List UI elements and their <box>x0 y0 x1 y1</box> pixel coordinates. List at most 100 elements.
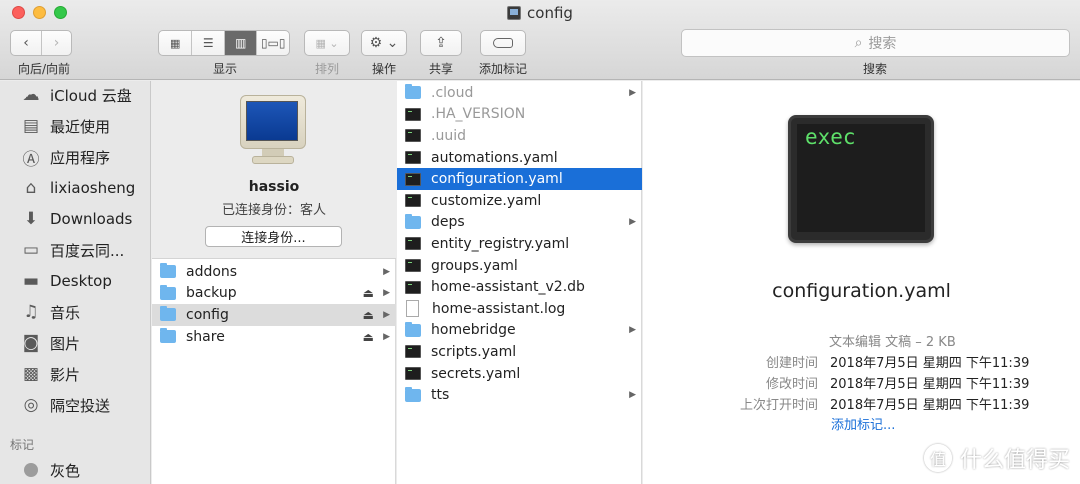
sidebar: ☁ iCloud 云盘 ▤ 最近使用 Ⓐ 应用程序 ⌂ lixiaosheng ⬇ Dow… <box>0 81 151 484</box>
watermark-logo-icon: 值 <box>923 444 952 472</box>
share-name: share <box>186 328 225 345</box>
gallery-view-button[interactable]: ▯▭▯ <box>256 31 289 55</box>
sidebar-item-label: Downloads <box>50 210 133 228</box>
action-button[interactable]: ⚙ ⌄ <box>361 30 407 56</box>
sidebar-item-label: iCloud 云盘 <box>50 86 132 105</box>
sidebar-item-label: 百度云同... <box>50 241 125 260</box>
back-forward-control: ‹ › <box>10 30 72 56</box>
downloads-icon: ⬇ <box>23 209 39 229</box>
sidebar-item-movies[interactable]: ▩ 影片 <box>0 360 150 388</box>
view-label: 显示 <box>212 62 237 76</box>
terminal-file-icon <box>405 259 421 273</box>
share-button[interactable]: ⇪ <box>420 30 462 56</box>
gear-icon: ⚙ ⌄ <box>369 35 399 51</box>
file-row[interactable]: home-assistant.log <box>397 298 642 320</box>
eject-icon[interactable]: ⏏ <box>363 286 374 300</box>
arrange-grid-icon: ▦ ⌄ <box>315 36 339 50</box>
file-row-selected[interactable]: configuration.yaml <box>397 168 642 190</box>
sidebar-item-icloud[interactable]: ☁ iCloud 云盘 <box>0 81 150 109</box>
file-row[interactable]: .HA_VERSION <box>397 104 642 126</box>
file-row[interactable]: deps ▶ <box>397 212 642 234</box>
recents-icon: ▤ <box>22 116 40 136</box>
search-input[interactable]: ⌕ 搜索 <box>681 29 1070 57</box>
sidebar-item-desktop[interactable]: ▬ Desktop <box>0 267 150 295</box>
file-name: home-assistant.log <box>432 300 566 317</box>
forward-button[interactable]: › <box>40 31 71 55</box>
add-tags-link[interactable]: 添加标记... <box>831 414 895 433</box>
column-view-button[interactable]: ▥ <box>223 31 257 55</box>
file-name: scripts.yaml <box>431 343 517 360</box>
server-monitor-icon <box>240 95 306 167</box>
file-row[interactable]: automations.yaml <box>397 147 642 169</box>
cover-flow-icon: ▯▭▯ <box>260 36 286 50</box>
cloud-icon: ☁ <box>22 85 40 105</box>
terminal-file-icon <box>405 367 421 381</box>
terminal-file-icon <box>405 107 421 121</box>
sidebar-item-baiduyun[interactable]: ▭ 百度云同... <box>0 236 150 264</box>
file-row[interactable]: scripts.yaml <box>397 341 642 363</box>
film-icon: ▩ <box>22 364 40 384</box>
server-connection-status: 已连接身份：客人 <box>221 203 326 218</box>
chevron-right-icon: ▶ <box>629 390 636 401</box>
file-row[interactable]: .uuid <box>397 125 642 147</box>
arrange-button[interactable]: ▦ ⌄ <box>304 30 350 56</box>
icon-view-button[interactable]: ▦ <box>159 31 191 55</box>
file-row[interactable]: entity_registry.yaml <box>397 233 642 255</box>
sidebar-item-downloads[interactable]: ⬇ Downloads <box>0 205 150 233</box>
connect-as-button[interactable]: 连接身份... <box>205 226 342 247</box>
terminal-exec-icon: exec <box>788 115 934 243</box>
sidebar-item-airdrop[interactable]: ◎ 隔空投送 <box>0 391 150 419</box>
share-row-share[interactable]: share ⏏ ▶ <box>152 326 396 348</box>
home-icon: ⌂ <box>25 178 37 198</box>
file-row[interactable]: secrets.yaml <box>397 363 642 385</box>
share-name: addons <box>186 263 238 280</box>
share-row-addons[interactable]: addons ▶ <box>152 261 396 283</box>
file-row[interactable]: .cloud ▶ <box>397 82 642 104</box>
meta-modified-key: 修改时间 <box>765 377 818 392</box>
sidebar-item-home[interactable]: ⌂ lixiaosheng <box>0 174 150 202</box>
add-tags-button[interactable] <box>480 30 526 56</box>
share-row-config[interactable]: config ⏏ ▶ <box>152 304 396 326</box>
search-label: 搜索 <box>862 62 887 76</box>
chevron-right-icon: ▶ <box>629 217 636 228</box>
folder-icon <box>405 386 421 402</box>
folder-icon <box>405 84 421 100</box>
server-column: hassio 已连接身份：客人 连接身份... addons ▶ backup … <box>152 81 396 484</box>
camera-icon: ◙ <box>22 333 40 353</box>
terminal-file-icon <box>405 345 421 359</box>
sidebar-item-recents[interactable]: ▤ 最近使用 <box>0 112 150 140</box>
sidebar-item-label: Desktop <box>50 272 112 290</box>
toolbar: config ‹ › 向后/向前 ▦ ☰ ▥ ▯▭▯ 显示 ▦ ⌄ 排列 ⚙ ⌄… <box>0 0 1080 80</box>
server-info-card: hassio 已连接身份：客人 连接身份... <box>152 81 396 259</box>
terminal-file-icon <box>405 237 421 251</box>
file-row[interactable]: tts ▶ <box>397 384 642 406</box>
file-row[interactable]: customize.yaml <box>397 190 642 212</box>
sidebar-item-tag-gray[interactable]: 灰色 <box>0 456 150 484</box>
share-icon: ⇪ <box>435 35 447 51</box>
window-title-text: config <box>527 4 573 22</box>
sidebar-item-music[interactable]: ♫ 音乐 <box>0 298 150 326</box>
share-row-backup[interactable]: backup ⏏ ▶ <box>152 283 396 305</box>
file-row[interactable]: groups.yaml <box>397 255 642 277</box>
config-folder-column: .cloud ▶ .HA_VERSION .uuid automations.ya… <box>397 81 642 484</box>
tag-icon <box>493 38 513 48</box>
sidebar-item-pictures[interactable]: ◙ 图片 <box>0 329 150 357</box>
list-view-button[interactable]: ☰ <box>191 31 224 55</box>
grid-icon: ▦ <box>170 36 181 50</box>
chevron-right-icon: ▶ <box>383 331 390 342</box>
eject-icon[interactable]: ⏏ <box>363 330 374 344</box>
chevron-right-icon: ▶ <box>629 87 636 98</box>
back-button[interactable]: ‹ <box>11 31 41 55</box>
file-row[interactable]: homebridge ▶ <box>397 320 642 342</box>
add-tags-label: 添加标记 <box>478 62 527 76</box>
sidebar-item-applications[interactable]: Ⓐ 应用程序 <box>0 143 150 171</box>
eject-icon[interactable]: ⏏ <box>363 308 374 322</box>
watermark: 值 什么值得买 <box>923 442 1070 474</box>
chevron-right-icon: ▶ <box>629 325 636 336</box>
file-name: configuration.yaml <box>431 171 563 188</box>
file-name: deps <box>431 214 465 231</box>
file-row[interactable]: home-assistant_v2.db <box>397 276 642 298</box>
file-name: home-assistant_v2.db <box>431 279 585 296</box>
terminal-file-icon <box>405 280 421 294</box>
file-name: tts <box>431 387 450 404</box>
